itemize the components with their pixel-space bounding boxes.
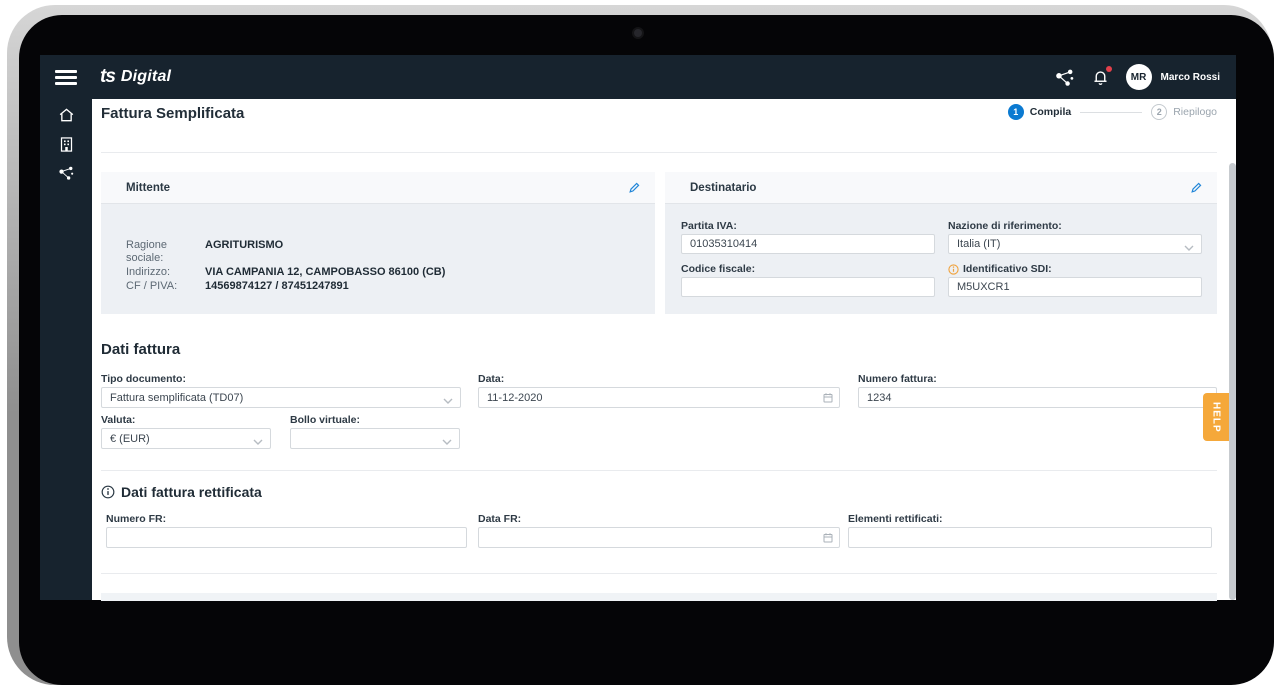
mittente-row-value: VIA CAMPANIA 12, CAMPOBASSO 86100 (CB) — [205, 266, 446, 278]
mittente-card-title: Mittente — [126, 181, 171, 194]
apps-network-icon[interactable] — [1054, 67, 1076, 87]
data-fr-label: Data FR: — [478, 513, 522, 525]
numero-fattura-input[interactable] — [858, 387, 1217, 408]
sidebar-item-network[interactable] — [57, 164, 75, 182]
hamburger-menu-icon[interactable] — [55, 70, 77, 85]
elementi-rettificati-input[interactable] — [848, 527, 1212, 548]
info-icon[interactable] — [101, 485, 115, 499]
data-input[interactable] — [478, 387, 840, 408]
tipo-documento-select[interactable]: Fattura semplificata (TD07) — [101, 387, 461, 408]
numero-fr-label: Numero FR: — [106, 513, 167, 525]
codice-fiscale-label: Codice fiscale: — [681, 263, 756, 275]
sidebar-item-company[interactable] — [57, 135, 75, 153]
dati-rettificata-title: Dati fattura rettificata — [121, 484, 262, 500]
chevron-down-icon — [253, 436, 263, 448]
top-navigation-bar: ts Digital MR Marco Rossi — [40, 55, 1236, 99]
divider — [101, 152, 1217, 153]
edit-destinatario-icon[interactable] — [1190, 181, 1203, 194]
logo-text: Digital — [120, 68, 172, 85]
sidebar-item-home[interactable] — [57, 106, 75, 124]
nazione-select[interactable]: Italia (IT) — [948, 234, 1202, 254]
step-2-label: Riepilogo — [1173, 106, 1217, 118]
ts-logo-icon: ts — [100, 66, 116, 87]
mittente-row-label: CF / PIVA: — [126, 280, 178, 292]
page-title: Fattura Semplificata — [101, 105, 245, 122]
edit-mittente-icon[interactable] — [628, 181, 641, 194]
sdi-label: Identificativo SDI: — [963, 263, 1052, 275]
destinatario-card-title: Destinatario — [690, 181, 757, 194]
main-content: Fattura Semplificata 1 Compila 2 Riepilo… — [92, 99, 1236, 601]
divider — [101, 470, 1217, 471]
sdi-input[interactable] — [948, 277, 1202, 297]
step-1-label: Compila — [1029, 106, 1072, 118]
data-fr-input[interactable] — [478, 527, 840, 548]
valuta-label: Valuta: — [101, 414, 136, 426]
step-1-circle[interactable]: 1 — [1007, 104, 1024, 120]
numero-fr-input[interactable] — [106, 527, 467, 548]
calendar-icon[interactable] — [822, 531, 834, 544]
nazione-label: Nazione di riferimento: — [948, 220, 1062, 232]
mittente-row-value: 14569874127 / 87451247891 — [205, 280, 349, 292]
mittente-row-value: AGRITURISMO — [205, 239, 284, 251]
tipo-documento-label: Tipo documento: — [101, 373, 186, 385]
calendar-icon[interactable] — [822, 391, 834, 404]
wizard-stepper: 1 Compila 2 Riepilogo — [1007, 104, 1217, 120]
mittente-row-label: Ragione sociale: — [126, 239, 167, 264]
chevron-down-icon — [1184, 242, 1194, 254]
notifications-bell-icon[interactable] — [1090, 66, 1112, 87]
mittente-row-label: Indirizzo: — [126, 266, 171, 278]
notification-badge — [1105, 66, 1112, 72]
elementi-rettificati-label: Elementi rettificati: — [848, 513, 943, 525]
help-tab[interactable]: HELP — [1203, 393, 1229, 441]
device-camera — [632, 27, 644, 39]
user-name[interactable]: Marco Rossi — [1161, 72, 1220, 83]
codice-fiscale-input[interactable] — [681, 277, 935, 297]
info-icon[interactable] — [948, 263, 959, 275]
mittente-card: Mittente Ragione sociale: AGRITURISMO In… — [101, 172, 655, 315]
user-avatar[interactable]: MR — [1125, 64, 1152, 90]
step-2-circle[interactable]: 2 — [1151, 104, 1168, 120]
bollo-virtuale-label: Bollo virtuale: — [290, 414, 361, 426]
stepper-connector — [1080, 111, 1143, 113]
dati-fattura-title: Dati fattura — [101, 341, 181, 358]
destinatario-card: Destinatario Partita IVA: Nazione di rif… — [665, 172, 1217, 315]
divider — [101, 573, 1217, 574]
vertical-scrollbar[interactable] — [1229, 163, 1236, 600]
data-label: Data: — [478, 373, 505, 385]
numero-fattura-label: Numero fattura: — [858, 373, 937, 385]
bollo-virtuale-select[interactable] — [290, 428, 460, 449]
chevron-down-icon — [443, 395, 453, 407]
valuta-select[interactable]: € (EUR) — [101, 428, 271, 449]
chevron-down-icon — [442, 436, 452, 448]
partita-iva-label: Partita IVA: — [681, 220, 737, 232]
partita-iva-input[interactable] — [681, 234, 935, 254]
left-sidebar — [40, 99, 92, 600]
app-logo: ts Digital — [100, 55, 171, 99]
